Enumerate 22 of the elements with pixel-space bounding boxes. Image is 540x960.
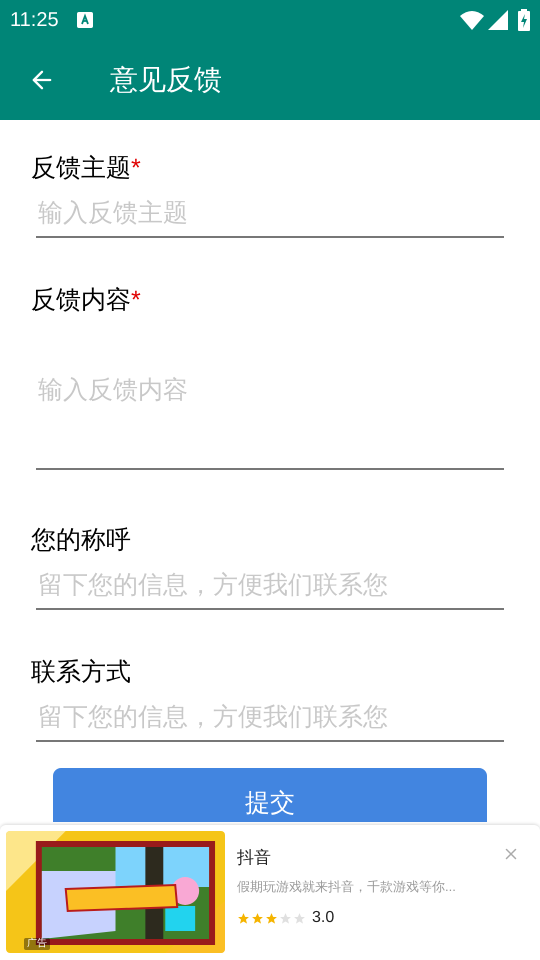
- ad-title: 抖音: [237, 847, 272, 869]
- keyboard-notification-icon: [76, 12, 93, 28]
- wifi-icon: [460, 10, 484, 30]
- battery-icon: [518, 9, 530, 31]
- ad-label: 广告: [24, 938, 50, 950]
- ad-description: 假期玩游戏就来抖音，千款游戏等你...: [237, 878, 457, 896]
- field-label: 联系方式: [31, 657, 131, 688]
- field-label: 您的称呼: [31, 525, 131, 556]
- star-icon: [279, 912, 292, 924]
- signal-icon: [488, 10, 508, 30]
- star-icon: [237, 912, 250, 924]
- required-mark: *: [131, 285, 141, 316]
- submit-button[interactable]: 提交: [53, 768, 487, 822]
- page-title: 意见反馈: [110, 63, 222, 97]
- field-label: 反馈主题: [31, 153, 131, 184]
- star-icon: [293, 912, 306, 924]
- status-time: 11:25: [10, 8, 59, 33]
- rating-value: 3.0: [312, 908, 334, 928]
- star-icon: [251, 912, 264, 924]
- star-icon: [265, 912, 278, 924]
- required-mark: *: [131, 153, 141, 184]
- field-label: 反馈内容: [31, 285, 131, 316]
